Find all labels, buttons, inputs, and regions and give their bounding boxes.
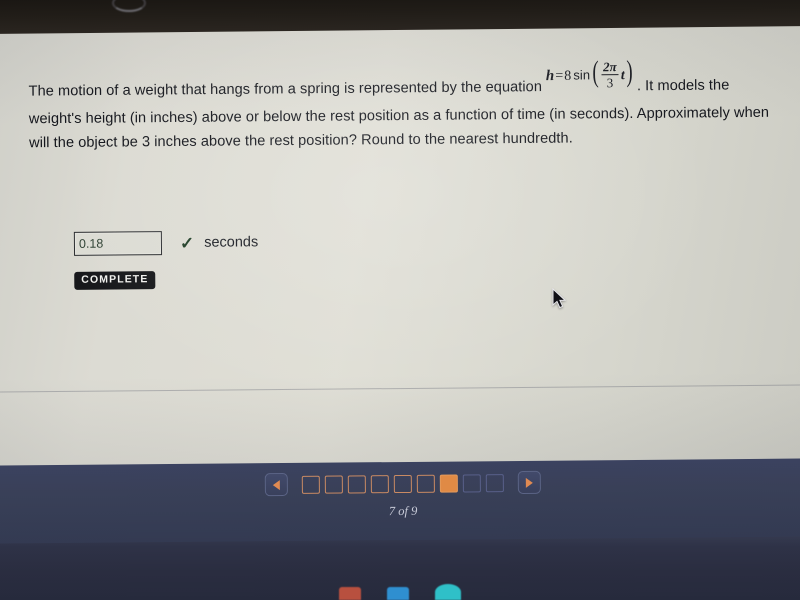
step-indicator-6[interactable] [416, 474, 435, 493]
answer-input[interactable] [73, 231, 163, 256]
step-indicator-9[interactable] [485, 473, 504, 492]
worksheet-page: The motion of a weight that hangs from a… [0, 18, 800, 478]
step-indicator-3[interactable] [347, 474, 366, 493]
content-divider [0, 384, 800, 393]
taskbar [0, 584, 800, 600]
footer-bar: 7 of 9 [0, 458, 800, 544]
step-indicator-1[interactable] [301, 475, 320, 494]
equation-numerator: 2π [602, 59, 617, 75]
complete-button[interactable]: COMPLETE [74, 271, 156, 290]
step-indicator-list [301, 473, 504, 494]
question-text: The motion of a weight that hangs from a… [28, 55, 785, 156]
mouse-cursor-icon [552, 288, 567, 309]
step-indicator-8[interactable] [462, 473, 481, 492]
equation-denominator: 3 [606, 75, 614, 91]
next-page-button[interactable] [517, 470, 541, 494]
photographed-screen: The motion of a weight that hangs from a… [0, 0, 800, 600]
chevron-left-icon [272, 479, 280, 490]
equation-lhs: h [545, 68, 555, 85]
answer-row: ✓ seconds [73, 230, 259, 256]
correct-check-icon: ✓ [179, 233, 195, 253]
equation-variable: t [620, 68, 625, 84]
taskbar-app-icon-teal[interactable] [435, 584, 461, 600]
equation-coefficient: 8 [564, 68, 572, 84]
step-indicator-2[interactable] [324, 475, 343, 494]
previous-page-button[interactable] [264, 473, 288, 497]
taskbar-app-icon-red[interactable] [339, 587, 361, 600]
pagination-control [0, 468, 800, 498]
taskbar-app-icon-blue[interactable] [387, 587, 409, 600]
answer-unit-label: seconds [204, 234, 259, 251]
step-indicator-4[interactable] [370, 474, 389, 493]
equation-equals: = [555, 68, 564, 84]
step-indicator-5[interactable] [393, 474, 412, 493]
page-count-label: 7 of 9 [388, 503, 418, 519]
equation-fraction: 2π 3 [601, 59, 619, 91]
question-text-part1: The motion of a weight that hangs from a… [28, 79, 543, 100]
chevron-right-icon [525, 477, 533, 488]
equation-expression: h=8 sin(2π 3 t) [545, 55, 635, 92]
question-block: The motion of a weight that hangs from a… [28, 55, 785, 290]
step-indicator-7[interactable] [439, 474, 458, 493]
equation-sin-function: sin [573, 67, 591, 83]
